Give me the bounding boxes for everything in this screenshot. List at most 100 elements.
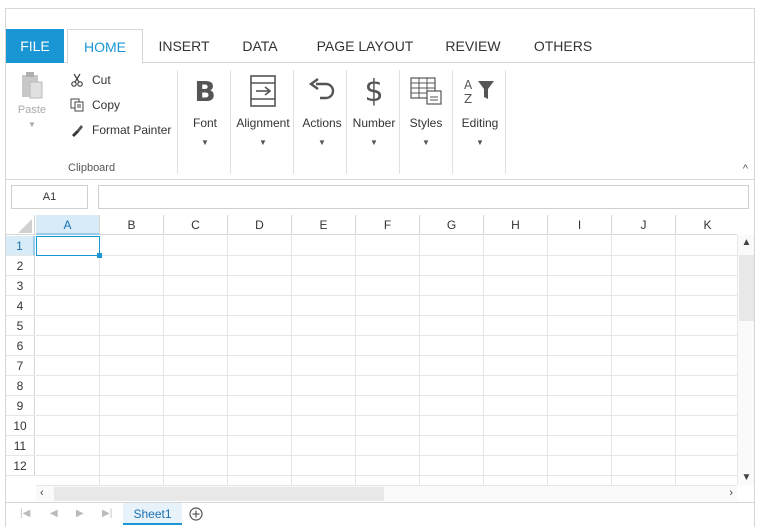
chevron-down-icon: ▼ (259, 138, 267, 147)
format-painter-icon (68, 122, 86, 138)
vertical-scrollbar[interactable]: ▲ ▼ (737, 235, 754, 485)
row-header-10[interactable]: 10 (6, 416, 35, 436)
alignment-label: Alignment (236, 116, 290, 130)
bold-icon: B (194, 74, 216, 108)
column-header-f[interactable]: F (356, 215, 420, 235)
column-header-d[interactable]: D (228, 215, 292, 235)
column-header-i[interactable]: I (548, 215, 612, 235)
tab-others[interactable]: OTHERS (527, 29, 599, 63)
alignment-button[interactable]: Alignment ▼ (233, 72, 293, 147)
scroll-down-icon[interactable]: ▼ (738, 472, 755, 483)
sheet-tab-bar: |◀ ◀ ▶ ▶| Sheet1 (6, 502, 754, 527)
next-sheet-icon[interactable]: ▶ (76, 508, 84, 519)
tab-page-layout[interactable]: PAGE LAYOUT (306, 29, 424, 63)
styles-button[interactable]: Styles ▼ (404, 72, 448, 147)
sheet-tab[interactable]: Sheet1 (123, 503, 182, 525)
group-divider (452, 70, 453, 174)
scroll-up-icon[interactable]: ▲ (738, 237, 755, 248)
cut-button[interactable]: Cut (68, 70, 111, 90)
copy-label: Copy (92, 98, 121, 112)
row-header-8[interactable]: 8 (6, 376, 35, 396)
actions-button[interactable]: Actions ▼ (297, 72, 347, 147)
editing-button[interactable]: AZ Editing ▼ (456, 72, 504, 147)
tab-insert[interactable]: INSERT (152, 29, 216, 63)
chevron-down-icon: ▼ (370, 138, 378, 147)
group-divider (346, 70, 347, 174)
svg-text:Z: Z (464, 92, 472, 105)
paste-button[interactable]: Paste ▼ (12, 68, 52, 129)
column-header-c[interactable]: C (164, 215, 228, 235)
format-painter-button[interactable]: Format Painter (68, 120, 171, 140)
cut-label: Cut (92, 73, 111, 87)
formula-input[interactable] (98, 185, 749, 209)
paste-icon (22, 72, 43, 99)
group-divider (230, 70, 231, 174)
chevron-down-icon: ▼ (28, 120, 36, 129)
column-header-h[interactable]: H (484, 215, 548, 235)
column-header-a[interactable]: A (36, 215, 100, 235)
vertical-scroll-thumb[interactable] (739, 255, 754, 321)
copy-button[interactable]: Copy (68, 95, 120, 115)
add-sheet-icon[interactable] (189, 507, 203, 521)
chevron-down-icon: ▼ (422, 138, 430, 147)
row-header-9[interactable]: 9 (6, 396, 35, 416)
column-header-b[interactable]: B (100, 215, 164, 235)
column-header-e[interactable]: E (292, 215, 356, 235)
tab-home[interactable]: HOME (67, 29, 143, 64)
select-all-icon (18, 219, 32, 233)
scroll-right-icon[interactable]: › (729, 486, 733, 501)
row-header-2[interactable]: 2 (6, 256, 35, 276)
tab-file[interactable]: FILE (6, 29, 64, 63)
row-header-5[interactable]: 5 (6, 316, 35, 336)
tab-review[interactable]: REVIEW (440, 29, 506, 63)
fill-handle[interactable] (97, 253, 102, 258)
name-box[interactable]: A1 (11, 185, 88, 209)
row-header-3[interactable]: 3 (6, 276, 35, 296)
alignment-icon (233, 72, 293, 110)
tab-data[interactable]: DATA (234, 29, 286, 63)
first-sheet-icon[interactable]: |◀ (20, 508, 30, 519)
svg-text:A: A (464, 78, 473, 92)
row-header-1[interactable]: 1 (6, 236, 35, 256)
format-painter-label: Format Painter (92, 123, 172, 137)
ribbon-panel: Paste ▼ Cut Copy Format Painter Clipboar… (6, 64, 754, 180)
actions-label: Actions (302, 116, 342, 130)
font-label: Font (192, 116, 217, 130)
row-header-4[interactable]: 4 (6, 296, 35, 316)
copy-icon (68, 97, 86, 113)
font-button[interactable]: B Font ▼ (182, 72, 228, 148)
chevron-down-icon: ▼ (318, 138, 326, 147)
group-divider (293, 70, 294, 174)
row-header-6[interactable]: 6 (6, 336, 35, 356)
dollar-icon: $ (364, 73, 384, 109)
group-divider (177, 70, 178, 174)
number-label: Number (352, 116, 396, 130)
cell-area[interactable] (36, 236, 737, 485)
horizontal-scroll-thumb[interactable] (54, 487, 384, 501)
select-all-corner[interactable] (6, 215, 35, 235)
row-header-7[interactable]: 7 (6, 356, 35, 376)
row-header-12[interactable]: 12 (6, 456, 35, 476)
horizontal-scrollbar[interactable]: ‹ › (36, 485, 737, 501)
group-divider (399, 70, 400, 174)
paste-label: Paste (17, 104, 47, 116)
row-header-11[interactable]: 11 (6, 436, 35, 456)
group-divider (505, 70, 506, 174)
last-sheet-icon[interactable]: ▶| (102, 508, 112, 519)
collapse-ribbon-icon[interactable]: ^ (743, 163, 748, 175)
table-style-icon (404, 72, 448, 110)
spreadsheet-app: FILE HOME INSERT DATA PAGE LAYOUT REVIEW… (5, 8, 755, 527)
chevron-down-icon: ▼ (201, 138, 209, 147)
sheet-grid: ABCDEFGHIJK 1 2 3 4 5 6 7 8 9 10 11 12 (6, 215, 737, 485)
column-header-j[interactable]: J (612, 215, 676, 235)
chevron-down-icon: ▼ (476, 138, 484, 147)
active-cell-selection[interactable] (36, 236, 102, 258)
number-button[interactable]: $ Number ▼ (350, 72, 398, 148)
clipboard-group-label: Clipboard (68, 162, 116, 174)
sort-filter-icon: AZ (456, 72, 504, 110)
undo-icon (297, 72, 347, 110)
scroll-left-icon[interactable]: ‹ (40, 486, 44, 501)
column-header-k[interactable]: K (676, 215, 737, 235)
column-header-g[interactable]: G (420, 215, 484, 235)
prev-sheet-icon[interactable]: ◀ (50, 508, 58, 519)
